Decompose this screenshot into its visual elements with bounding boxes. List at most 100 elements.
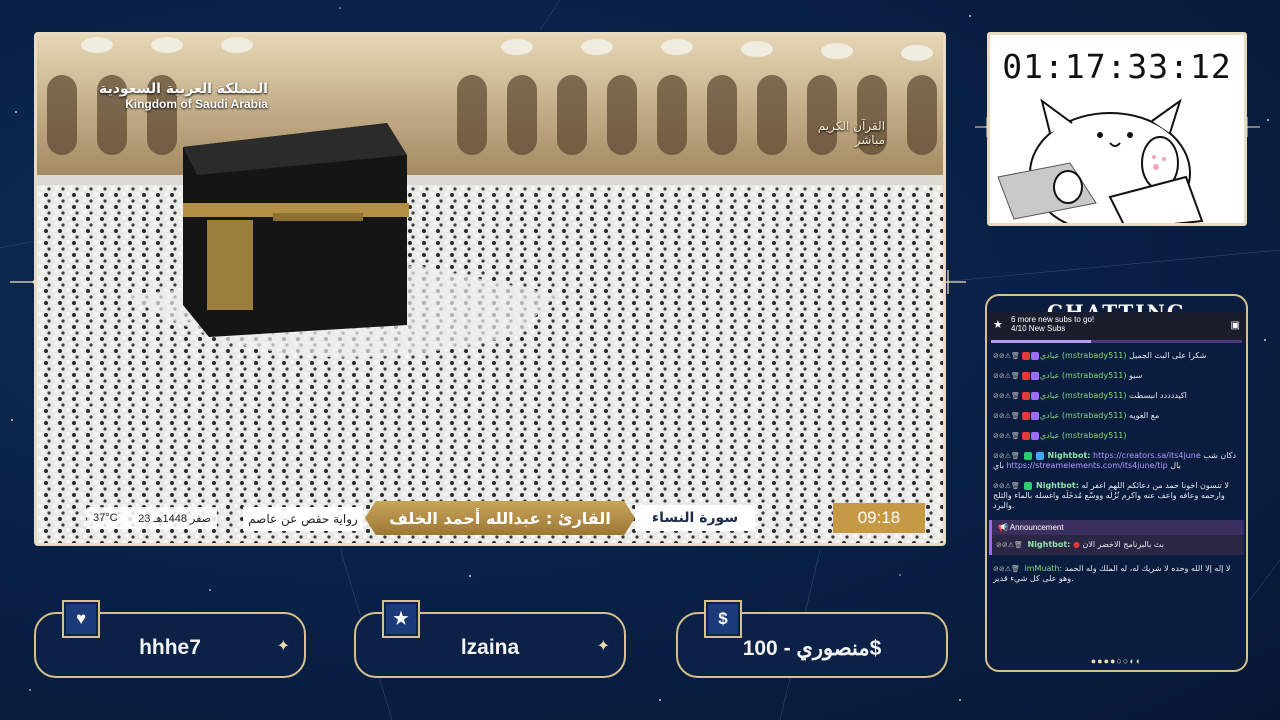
chat-message-bot: ⊘⊘⚠🗑 Nightbot: https://creators.sa/its4j… [989, 446, 1244, 476]
clock: 09:18 [833, 503, 925, 533]
sub-goal-fill [991, 340, 1092, 343]
moderation-icons[interactable]: ⊘⊘⚠🗑 [993, 392, 1020, 400]
chat-message-bot: ⊘⊘⚠🗑 Nightbot: ● بث بالبرنامج الاخضر الا… [992, 535, 1244, 555]
chat-text: شكرا على البث الجميل [1129, 351, 1207, 360]
latest-donation-box: $ منصوري - 100$ [676, 600, 948, 678]
surah-name: سورة النساء [635, 505, 755, 531]
stream-video: المملكة العربية السعودية Kingdom of Saud… [34, 32, 946, 546]
chat-message: ⊘⊘⚠🗑 عبادي (mstrabady511) مع الغويه [989, 406, 1244, 426]
moderation-icons[interactable]: ⊘⊘⚠🗑 [993, 432, 1020, 440]
moderation-icons[interactable]: ⊘⊘⚠🗑 [993, 452, 1020, 460]
chat-username[interactable]: Nightbot: [1048, 451, 1091, 460]
live-label: مباشر [854, 133, 885, 147]
heart-badge-icon [1021, 411, 1030, 420]
lower-third: 37°C 23 صفر 1448هـ رواية حفص عن عاصم الق… [83, 501, 925, 535]
chat-panel: CHATTING ★ 6 more new subs to go! 4/10 N… [985, 294, 1248, 672]
chat-message: ⊘⊘⚠🗑 عبادي (mstrabady511) شكرا على البث ا… [989, 346, 1244, 366]
star-icon-frame: ★ [382, 600, 420, 638]
live-tag: القرآن الكريم مباشر [818, 119, 885, 147]
kaaba-scene [37, 35, 943, 543]
temperature: 37°C [93, 512, 118, 524]
chat-link[interactable]: https://creators.sa/its4june [1093, 451, 1201, 460]
chat-messages: ⊘⊘⚠🗑 عبادي (mstrabady511) شكرا على البث ا… [989, 346, 1244, 646]
bongo-cat-image [997, 98, 1204, 223]
sub-badge-icon [1030, 371, 1039, 380]
verified-badge-icon [1036, 451, 1044, 460]
chat-display-name[interactable]: عبادي [1040, 411, 1059, 420]
sparkle-icon: ✦ [596, 638, 610, 655]
page-dots: ●●●●○○◐◐ [1090, 656, 1143, 666]
chat-text: بث بالبرنامج الاخضر الان [1082, 540, 1164, 549]
chat-text: سيو [1129, 371, 1143, 380]
chat-message-bot: ⊘⊘⚠🗑 Nightbot: لا تنسون اخونا حمد من دعا… [989, 476, 1244, 516]
reader-name: القارئ : عبدالله أحمد الخلف [365, 501, 635, 535]
chat-username[interactable]: (mstrabady511) [1062, 391, 1127, 400]
moderation-icons[interactable]: ⊘⊘⚠🗑 [993, 352, 1020, 360]
channel-name: المملكة العربية السعودية Kingdom of Saud… [99, 81, 268, 111]
announcement-label: Announcement [1009, 523, 1064, 532]
heart-icon: ♥ [66, 604, 96, 634]
dollar-icon: $ [708, 604, 738, 634]
moderation-icons[interactable]: ⊘⊘⚠🗑 [993, 372, 1020, 380]
sub-goal-widget: ★ 6 more new subs to go! 4/10 New Subs ▣ [987, 312, 1246, 343]
chat-username[interactable]: (mstrabady511) [1062, 351, 1127, 360]
webcam-panel: 01:17:33:12 [987, 32, 1247, 226]
chat-text: باي [993, 461, 1004, 470]
chat-username[interactable]: Nightbot: [1036, 481, 1079, 490]
chat-text: اكيددددد انبسطت [1129, 391, 1187, 400]
latest-follower: hhhe7 [139, 636, 201, 659]
latest-subscriber-box: ★ lzaina ✦ [354, 600, 626, 678]
chat-display-name[interactable]: عبادي [1040, 391, 1059, 400]
sub-badge-icon [1030, 411, 1039, 420]
heart-badge-icon [1021, 391, 1030, 400]
gift-icon[interactable]: ▣ [1231, 320, 1240, 331]
narration: رواية حفص عن عاصم [243, 507, 363, 531]
chat-message: ⊘⊘⚠🗑 عبادي (mstrabady511) اكيددددد انبسطت [989, 386, 1244, 406]
chat-message: ⊘⊘⚠🗑 عبادي (mstrabady511) [989, 426, 1244, 446]
star-icon: ★ [386, 604, 416, 634]
quran-tag: القرآن الكريم [817, 119, 885, 133]
latest-follower-box: ♥ hhhe7 ✦ [34, 600, 306, 678]
heart-icon-frame: ♥ [62, 600, 100, 638]
latest-donation: منصوري - 100$ [742, 637, 882, 660]
chat-username[interactable]: (mstrabady511) [1062, 371, 1127, 380]
moderation-icons[interactable]: ⊘⊘⚠🗑 [993, 412, 1020, 420]
chat-display-name[interactable]: عبادي [1040, 351, 1059, 360]
heart-badge-icon [1021, 371, 1030, 380]
announcement-header: 📢 Announcement [992, 520, 1244, 535]
chat-username[interactable]: (mstrabady511) [1062, 431, 1127, 440]
red-dot-icon: ● [1072, 540, 1080, 549]
heart-badge-icon [1021, 431, 1030, 440]
heart-badge-icon [1021, 351, 1030, 360]
mod-badge-icon [1024, 481, 1033, 490]
sub-goal-progress-text: 4/10 New Subs [1011, 324, 1066, 333]
sub-goal-title: 6 more new subs to go! [1011, 315, 1095, 324]
chat-username[interactable]: (mstrabady511) [1062, 411, 1127, 420]
sub-goal-bar [991, 340, 1242, 343]
sparkle-icon: ✦ [276, 638, 290, 655]
dollar-icon-frame: $ [704, 600, 742, 638]
chat-message: ⊘⊘⚠🗑 imMuath: لا إله إلا الله وحده لا شر… [989, 559, 1244, 589]
stream-timer: 01:17:33:12 [1002, 47, 1232, 86]
chat-text: مع الغويه [1129, 411, 1160, 420]
megaphone-icon: 📢 [998, 523, 1010, 532]
sub-badge-icon [1030, 431, 1039, 440]
star-icon: ★ [993, 319, 1003, 331]
chat-message: ⊘⊘⚠🗑 عبادي (mstrabady511) سيو [989, 366, 1244, 386]
latest-subscriber: lzaina [460, 636, 520, 659]
chat-username[interactable]: Nightbot: [1027, 540, 1070, 549]
chat-link[interactable]: https://streamelements.com/its4june/tip [1006, 461, 1167, 470]
chat-display-name[interactable]: عبادي [1040, 431, 1059, 440]
moderation-icons[interactable]: ⊘⊘⚠🗑 [993, 565, 1020, 573]
chat-username[interactable]: imMuath: [1024, 564, 1062, 573]
chat-text: دكان شب [1203, 451, 1237, 460]
moderation-icons[interactable]: ⊘⊘⚠🗑 [996, 541, 1023, 549]
mod-badge-icon [1024, 451, 1033, 460]
channel-name-arabic: المملكة العربية السعودية [99, 81, 268, 97]
chat-display-name[interactable]: عبادي [1040, 371, 1059, 380]
sub-badge-icon [1030, 391, 1039, 400]
hijri-date: 23 صفر 1448هـ [138, 512, 211, 525]
moderation-icons[interactable]: ⊘⊘⚠🗑 [993, 482, 1020, 490]
chat-text: بال [1170, 461, 1181, 470]
announcement: 📢 Announcement ⊘⊘⚠🗑 Nightbot: ● بث بالبر… [989, 520, 1244, 555]
